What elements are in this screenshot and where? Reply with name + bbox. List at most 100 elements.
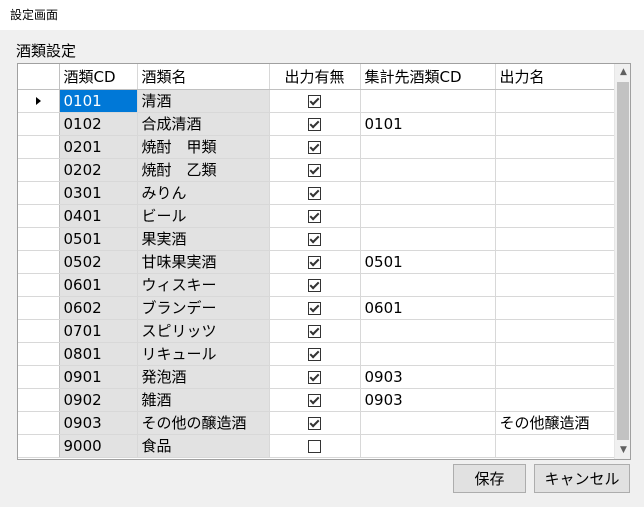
output-checkbox[interactable] — [308, 439, 321, 453]
cancel-button[interactable]: キャンセル — [534, 464, 630, 493]
cell-aggregate[interactable] — [360, 181, 496, 205]
cell-code[interactable]: 0801 — [59, 342, 138, 366]
cell-name[interactable]: ウィスキー — [137, 273, 270, 297]
cell-aggregate[interactable] — [360, 158, 496, 182]
cell-output-name[interactable] — [495, 388, 615, 412]
liquor-grid[interactable]: 酒類CD 酒類名 出力有無 集計先酒類CD 出力名 0101 清酒 0102 合成清酒… — [17, 63, 631, 460]
cell-output-name[interactable] — [495, 158, 615, 182]
chevron-up-icon[interactable]: ▲ — [615, 64, 630, 81]
cell-output-name[interactable]: その他醸造酒 — [495, 411, 615, 435]
output-checkbox[interactable] — [308, 393, 321, 407]
cell-aggregate[interactable] — [360, 135, 496, 159]
cell-output-name[interactable] — [495, 434, 615, 458]
row-header[interactable] — [18, 342, 60, 366]
cell-code[interactable]: 0301 — [59, 181, 138, 205]
output-checkbox[interactable] — [308, 140, 321, 154]
cell-aggregate[interactable] — [360, 342, 496, 366]
cell-output[interactable] — [269, 296, 361, 320]
table-row[interactable]: 0701 スピリッツ — [18, 319, 615, 343]
output-checkbox[interactable] — [308, 324, 321, 338]
cell-output[interactable] — [269, 227, 361, 251]
table-row[interactable]: 0502 甘味果実酒 0501 — [18, 250, 615, 274]
cell-name[interactable]: スピリッツ — [137, 319, 270, 343]
cell-code[interactable]: 0602 — [59, 296, 138, 320]
scroll-thumb[interactable] — [617, 82, 629, 440]
cell-code[interactable]: 0501 — [59, 227, 138, 251]
output-checkbox[interactable] — [308, 94, 321, 108]
output-checkbox[interactable] — [308, 186, 321, 200]
table-row[interactable]: 0901 発泡酒 0903 — [18, 365, 615, 389]
table-row[interactable]: 0902 雑酒 0903 — [18, 388, 615, 412]
cell-output-name[interactable] — [495, 319, 615, 343]
cell-output[interactable] — [269, 342, 361, 366]
cell-aggregate[interactable]: 0903 — [360, 365, 496, 389]
cell-code[interactable]: 0101 — [59, 89, 138, 113]
row-header[interactable] — [18, 204, 60, 228]
cell-output-name[interactable] — [495, 296, 615, 320]
cell-name[interactable]: 雑酒 — [137, 388, 270, 412]
cell-code[interactable]: 0401 — [59, 204, 138, 228]
cell-name[interactable]: ビール — [137, 204, 270, 228]
cell-name[interactable]: その他の醸造酒 — [137, 411, 270, 435]
table-row[interactable]: 0301 みりん — [18, 181, 615, 205]
table-row[interactable]: 0201 焼酎 甲類 — [18, 135, 615, 159]
table-row[interactable]: 0501 果実酒 — [18, 227, 615, 251]
cell-output-name[interactable] — [495, 250, 615, 274]
row-header[interactable] — [18, 250, 60, 274]
output-checkbox[interactable] — [308, 301, 321, 315]
cell-output-name[interactable] — [495, 112, 615, 136]
save-button[interactable]: 保存 — [453, 464, 526, 493]
cell-output-name[interactable] — [495, 204, 615, 228]
cell-aggregate[interactable]: 0101 — [360, 112, 496, 136]
row-header[interactable] — [18, 89, 60, 113]
cell-name[interactable]: 焼酎 甲類 — [137, 135, 270, 159]
cell-name[interactable]: 甘味果実酒 — [137, 250, 270, 274]
cell-aggregate[interactable] — [360, 273, 496, 297]
vertical-scrollbar[interactable]: ▲ ▼ — [614, 64, 630, 459]
output-checkbox[interactable] — [308, 209, 321, 223]
table-row[interactable]: 0801 リキュール — [18, 342, 615, 366]
cell-name[interactable]: 発泡酒 — [137, 365, 270, 389]
cell-output-name[interactable] — [495, 227, 615, 251]
cell-output-name[interactable] — [495, 365, 615, 389]
cell-output[interactable] — [269, 158, 361, 182]
row-header[interactable] — [18, 365, 60, 389]
row-header[interactable] — [18, 388, 60, 412]
cell-name[interactable]: 果実酒 — [137, 227, 270, 251]
cell-code[interactable]: 0902 — [59, 388, 138, 412]
cell-output-name[interactable] — [495, 342, 615, 366]
row-header[interactable] — [18, 227, 60, 251]
cell-output[interactable] — [269, 112, 361, 136]
chevron-down-icon[interactable]: ▼ — [615, 442, 630, 459]
row-header[interactable] — [18, 135, 60, 159]
cell-code[interactable]: 0102 — [59, 112, 138, 136]
row-header[interactable] — [18, 411, 60, 435]
row-header[interactable] — [18, 434, 60, 458]
cell-output[interactable] — [269, 365, 361, 389]
cell-aggregate[interactable] — [360, 89, 496, 113]
row-header[interactable] — [18, 158, 60, 182]
output-checkbox[interactable] — [308, 278, 321, 292]
cell-aggregate[interactable]: 0501 — [360, 250, 496, 274]
output-checkbox[interactable] — [308, 347, 321, 361]
cell-output[interactable] — [269, 135, 361, 159]
output-checkbox[interactable] — [308, 163, 321, 177]
row-header[interactable] — [18, 319, 60, 343]
column-header-name[interactable]: 酒類名 — [137, 64, 270, 90]
row-header[interactable] — [18, 273, 60, 297]
output-checkbox[interactable] — [308, 370, 321, 384]
cell-code[interactable]: 0601 — [59, 273, 138, 297]
cell-output-name[interactable] — [495, 181, 615, 205]
cell-output[interactable] — [269, 204, 361, 228]
cell-output[interactable] — [269, 434, 361, 458]
cell-name[interactable]: 食品 — [137, 434, 270, 458]
table-row[interactable]: 0601 ウィスキー — [18, 273, 615, 297]
column-header-aggregate[interactable]: 集計先酒類CD — [360, 64, 496, 90]
table-row[interactable]: 0401 ビール — [18, 204, 615, 228]
output-checkbox[interactable] — [308, 117, 321, 131]
cell-code[interactable]: 0502 — [59, 250, 138, 274]
column-header-output[interactable]: 出力有無 — [269, 64, 361, 90]
table-row[interactable]: 9000 食品 — [18, 434, 615, 458]
cell-output-name[interactable] — [495, 89, 615, 113]
cell-name[interactable]: 合成清酒 — [137, 112, 270, 136]
